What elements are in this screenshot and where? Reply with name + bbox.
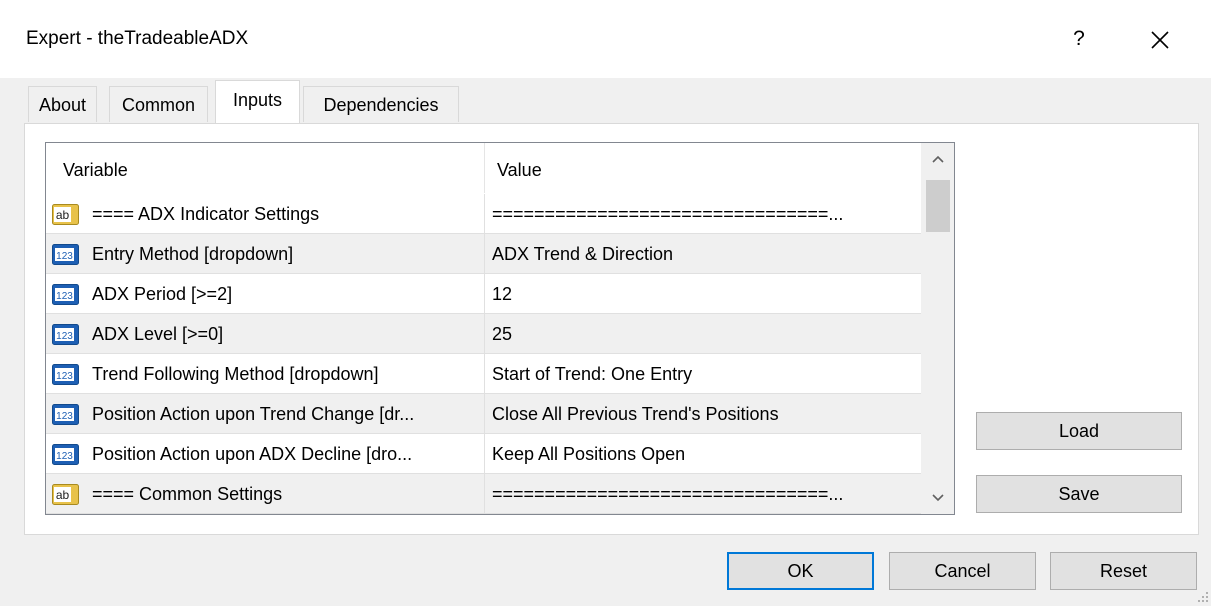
- variable-cell: ADX Period [>=2]: [92, 284, 233, 304]
- title-bar: Expert - theTradeableADX ?: [0, 0, 1211, 78]
- tab-common[interactable]: Common: [109, 86, 208, 122]
- cancel-button[interactable]: Cancel: [889, 552, 1036, 590]
- inputs-grid[interactable]: Variable Value ab ==== ADX Indicator Sett…: [45, 142, 955, 515]
- table-row[interactable]: 123 Entry Method [dropdown] ADX Trend & Di…: [46, 234, 921, 274]
- svg-text:123: 123: [56, 331, 73, 342]
- help-button[interactable]: ?: [1064, 24, 1094, 54]
- svg-text:123: 123: [56, 411, 73, 422]
- save-button[interactable]: Save: [976, 475, 1182, 513]
- tab-inputs[interactable]: Inputs: [215, 80, 300, 123]
- expert-dialog: Expert - theTradeableADX ? About Common …: [0, 0, 1211, 606]
- table-row[interactable]: 123 Trend Following Method [dropdown] Star…: [46, 354, 921, 394]
- numeric-type-icon: 123: [52, 444, 79, 465]
- chevron-down-icon: [932, 494, 944, 502]
- load-button[interactable]: Load: [976, 412, 1182, 450]
- table-row[interactable]: 123 Position Action upon Trend Change [dr…: [46, 394, 921, 434]
- close-icon: [1151, 31, 1169, 49]
- column-header-variable[interactable]: Variable: [63, 160, 128, 181]
- table-row[interactable]: ab ==== Common Settings ==================…: [46, 474, 921, 514]
- svg-text:123: 123: [56, 451, 73, 462]
- column-divider[interactable]: [484, 143, 485, 193]
- table-row[interactable]: 123 Position Action upon ADX Decline [dro…: [46, 434, 921, 474]
- value-cell[interactable]: ADX Trend & Direction: [492, 244, 912, 265]
- cell-divider: [484, 194, 485, 234]
- column-header-value[interactable]: Value: [497, 160, 542, 181]
- value-cell[interactable]: ================================...: [492, 204, 912, 225]
- tab-about[interactable]: About: [28, 86, 97, 122]
- variable-cell: Position Action upon Trend Change [dr...: [92, 404, 415, 424]
- variable-cell: ADX Level [>=0]: [92, 324, 224, 344]
- svg-text:123: 123: [56, 251, 73, 262]
- value-cell[interactable]: Start of Trend: One Entry: [492, 364, 912, 385]
- tab-dependencies[interactable]: Dependencies: [303, 86, 459, 122]
- svg-text:ab: ab: [56, 488, 70, 502]
- variable-cell: Position Action upon ADX Decline [dro...: [92, 444, 413, 464]
- svg-text:ab: ab: [56, 208, 70, 222]
- numeric-type-icon: 123: [52, 284, 79, 305]
- resize-grip-icon[interactable]: [1196, 590, 1210, 604]
- cell-divider: [484, 434, 485, 474]
- numeric-type-icon: 123: [52, 364, 79, 385]
- string-type-icon: ab: [52, 204, 79, 225]
- value-cell[interactable]: Keep All Positions Open: [492, 444, 912, 465]
- cell-divider: [484, 474, 485, 514]
- cell-divider: [484, 274, 485, 314]
- reset-button[interactable]: Reset: [1050, 552, 1197, 590]
- variable-cell: Trend Following Method [dropdown]: [92, 364, 379, 384]
- numeric-type-icon: 123: [52, 404, 79, 425]
- scroll-up-button[interactable]: [921, 143, 954, 177]
- vertical-scrollbar[interactable]: [921, 143, 954, 514]
- scroll-down-button[interactable]: [921, 480, 954, 514]
- cell-divider: [484, 354, 485, 394]
- string-type-icon: ab: [52, 484, 79, 505]
- svg-text:123: 123: [56, 371, 73, 382]
- variable-cell: Entry Method [dropdown]: [92, 244, 294, 264]
- close-button[interactable]: [1142, 22, 1178, 58]
- window-title: Expert - theTradeableADX: [26, 28, 249, 49]
- cell-divider: [484, 234, 485, 274]
- grid-header: Variable Value: [46, 143, 921, 193]
- value-cell[interactable]: ================================...: [492, 484, 912, 505]
- chevron-up-icon: [932, 155, 944, 163]
- scroll-thumb[interactable]: [926, 180, 950, 232]
- variable-cell: ==== Common Settings: [92, 484, 283, 504]
- table-row[interactable]: 123 ADX Period [>=2] 12: [46, 274, 921, 314]
- value-cell[interactable]: 25: [492, 324, 912, 345]
- numeric-type-icon: 123: [52, 244, 79, 265]
- svg-text:123: 123: [56, 291, 73, 302]
- table-row[interactable]: ab ==== ADX Indicator Settings ===========…: [46, 194, 921, 234]
- ok-button[interactable]: OK: [727, 552, 874, 590]
- variable-cell: ==== ADX Indicator Settings: [92, 204, 320, 224]
- numeric-type-icon: 123: [52, 324, 79, 345]
- value-cell[interactable]: 12: [492, 284, 912, 305]
- cell-divider: [484, 314, 485, 354]
- table-row[interactable]: 123 ADX Level [>=0] 25: [46, 314, 921, 354]
- cell-divider: [484, 394, 485, 434]
- value-cell[interactable]: Close All Previous Trend's Positions: [492, 404, 912, 425]
